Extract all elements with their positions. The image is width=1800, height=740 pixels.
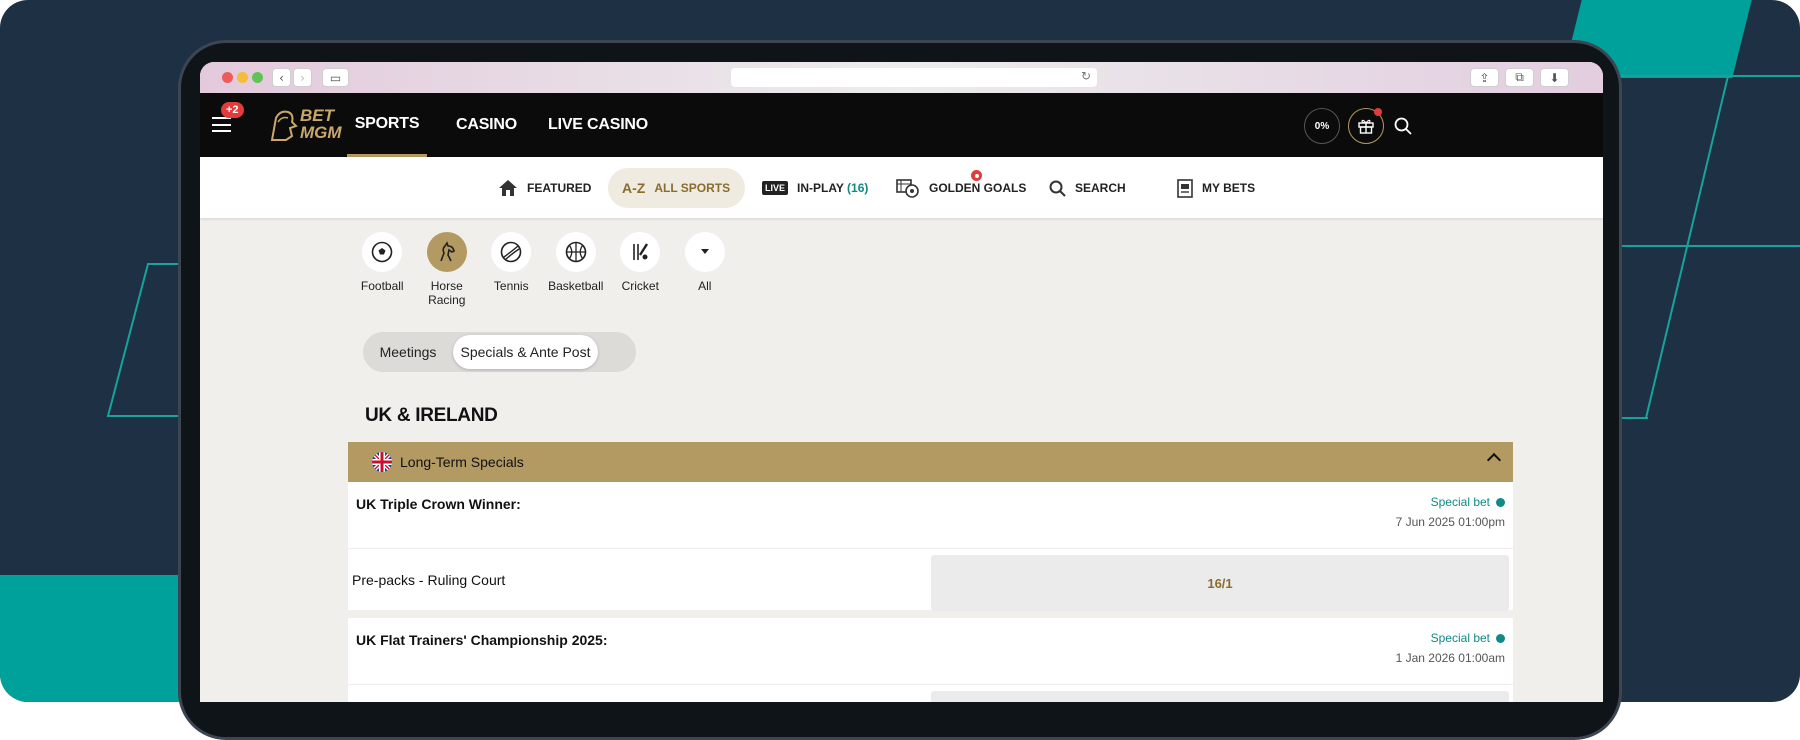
sport-label: Football <box>360 279 404 293</box>
sport-all[interactable]: All <box>673 232 738 307</box>
subnav-in-play-label: IN-PLAY <box>797 181 844 195</box>
betslip-icon <box>1177 178 1193 198</box>
football-icon <box>362 232 403 272</box>
notification-badge: +2 <box>221 102 244 118</box>
odds-button[interactable]: 16/1 <box>931 555 1509 611</box>
golden-goals-icon <box>896 179 919 198</box>
live-icon: LIVE <box>762 181 789 195</box>
market-header: UK Flat Trainers' Championship 2025: Spe… <box>348 618 1513 684</box>
uk-flag-icon <box>372 452 392 472</box>
subnav-golden-goals[interactable]: GOLDEN GOALS <box>882 168 1040 208</box>
minimize-window-icon[interactable] <box>237 72 248 83</box>
sport-label: Tennis <box>493 279 529 293</box>
subnav-golden-goals-label: GOLDEN GOALS <box>929 181 1027 195</box>
market-date: 7 Jun 2025 01:00pm <box>1395 515 1505 529</box>
sport-label: Basketball <box>548 279 604 293</box>
market-type-label: Special bet <box>1430 631 1490 645</box>
close-window-icon[interactable] <box>222 72 233 83</box>
sub-navigation: FEATURED A-Z ALL SPORTS LIVE IN-PLAY (16… <box>200 157 1603 218</box>
top-navigation: +2 BET MGM SPORTS CASINO LIVE CASINO 0% <box>200 93 1603 157</box>
tab-sports[interactable]: SPORTS <box>347 93 427 157</box>
market-type: Special bet <box>1431 631 1505 645</box>
selection-name: Pre-packs - Ruling Court <box>352 572 506 588</box>
tab-specials-ante-post[interactable]: Specials & Ante Post <box>453 335 598 369</box>
sport-basketball[interactable]: Basketball <box>544 232 609 307</box>
section-header[interactable]: Long-Term Specials <box>348 442 1513 482</box>
market-type: Special bet <box>1431 495 1505 509</box>
brand-wordmark: BET MGM <box>300 107 342 141</box>
maximize-window-icon[interactable] <box>252 72 263 83</box>
tab-casino[interactable]: CASINO <box>456 93 517 157</box>
subnav-search-label: SEARCH <box>1075 181 1126 195</box>
az-icon: A-Z <box>622 180 646 196</box>
status-dot-icon <box>1496 497 1505 507</box>
meetings-specials-toggle: Meetings Specials & Ante Post <box>363 332 636 372</box>
gift-button[interactable] <box>1348 108 1384 144</box>
odds-button[interactable] <box>931 691 1509 702</box>
market-header: UK Triple Crown Winner: Special bet 7 Ju… <box>348 482 1513 548</box>
sport-football[interactable]: Football <box>350 232 415 307</box>
sport-label: All <box>698 279 712 293</box>
downloads-icon[interactable]: ⬇ <box>1540 68 1569 87</box>
progress-indicator[interactable]: 0% <box>1304 108 1340 144</box>
chevron-up-icon[interactable] <box>1486 452 1502 468</box>
market-type-label: Special bet <box>1430 495 1490 509</box>
brand-line-2: MGM <box>300 123 342 142</box>
back-button[interactable]: ‹ <box>272 68 291 87</box>
sport-label: Cricket <box>621 279 659 293</box>
sport-cricket[interactable]: Cricket <box>608 232 673 307</box>
sport-horse-racing[interactable]: Horse Racing <box>415 232 480 307</box>
subnav-my-bets-label: MY BETS <box>1202 181 1256 195</box>
cricket-icon <box>620 232 661 272</box>
gift-icon <box>1358 119 1374 134</box>
share-icon[interactable]: ⇪ <box>1470 68 1499 87</box>
search-icon[interactable] <box>1394 117 1412 135</box>
search-icon <box>1049 180 1066 197</box>
region-heading: UK & IRELAND <box>365 405 498 426</box>
section-title: Long-Term Specials <box>400 454 524 470</box>
subnav-featured[interactable]: FEATURED <box>484 168 605 208</box>
subnav-search[interactable]: SEARCH <box>1035 168 1140 208</box>
gift-alert-dot <box>1374 108 1382 116</box>
subnav-in-play[interactable]: LIVE IN-PLAY (16) <box>748 168 882 208</box>
tabs-overview-icon[interactable]: ⧉ <box>1505 68 1534 87</box>
chevron-down-icon <box>684 232 725 272</box>
market-name: UK Flat Trainers' Championship 2025: <box>356 632 608 648</box>
sport-label: Horse Racing <box>428 279 466 307</box>
sidebar-toggle-icon[interactable]: ▭ <box>322 68 349 87</box>
url-bar[interactable]: ↻ <box>731 68 1097 87</box>
subnav-all-sports-label: ALL SPORTS <box>654 181 731 195</box>
home-icon <box>499 180 517 196</box>
horse-icon <box>426 232 467 272</box>
tab-meetings[interactable]: Meetings <box>367 335 449 369</box>
status-dot-icon <box>1496 633 1505 643</box>
tennis-icon <box>491 232 532 272</box>
sports-selector: Football Horse Racing Tennis Basketball … <box>350 232 737 307</box>
selection-row <box>348 684 1513 702</box>
market-name: UK Triple Crown Winner: <box>356 496 521 512</box>
browser-screen: ‹ › ▭ ↻ ⇪ ⧉ ⬇ +2 BET MGM SPORTS CASINO L… <box>200 62 1603 702</box>
tab-live-casino[interactable]: LIVE CASINO <box>548 93 648 157</box>
forward-button[interactable]: › <box>293 68 312 87</box>
sport-tennis[interactable]: Tennis <box>479 232 544 307</box>
selection-row: Pre-packs - Ruling Court 16/1 <box>348 548 1513 611</box>
market-date: 1 Jan 2026 01:00am <box>1395 651 1505 665</box>
menu-icon[interactable] <box>212 117 231 132</box>
browser-toolbar: ‹ › ▭ ↻ ⇪ ⧉ ⬇ <box>200 62 1603 93</box>
golden-goals-alert-dot <box>969 168 984 183</box>
in-play-count: (16) <box>847 181 869 195</box>
subnav-my-bets[interactable]: MY BETS <box>1163 168 1269 208</box>
brand-line-1: BET <box>300 106 334 125</box>
subnav-all-sports[interactable]: A-Z ALL SPORTS <box>608 168 745 208</box>
basketball-icon <box>555 232 596 272</box>
reload-icon[interactable]: ↻ <box>1081 69 1091 83</box>
subnav-featured-label: FEATURED <box>527 181 592 195</box>
